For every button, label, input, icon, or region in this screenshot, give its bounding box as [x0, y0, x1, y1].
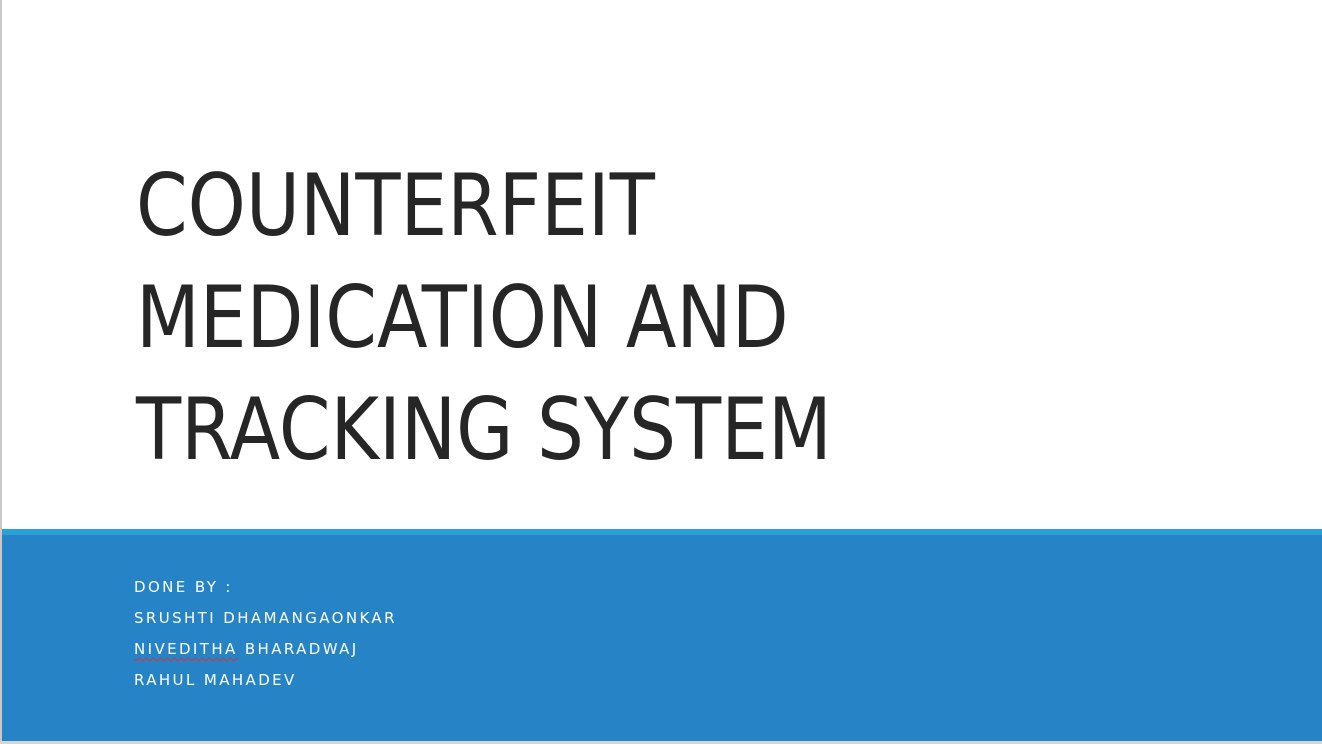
slide-subtitle[interactable]: DONE BY : SRUSHTI DHAMANGAONKAR NIVEDITH… [134, 576, 397, 700]
slide-title[interactable]: COUNTERFEIT MEDICATION AND TRACKING SYST… [136, 150, 1082, 486]
author-line-1: SRUSHTI DHAMANGAONKAR [134, 607, 397, 638]
author-3-last-name: MAHADEV [203, 671, 297, 689]
title-line-3: TRACKING SYSTEM [136, 380, 832, 480]
author-line-2: NIVEDITHA BHARADWAJ [134, 638, 397, 669]
slide-canvas: COUNTERFEIT MEDICATION AND TRACKING SYST… [0, 0, 1322, 744]
author-3-first-name: RAHUL [134, 671, 197, 689]
title-line-2: MEDICATION AND [136, 268, 789, 368]
author-2-last-name: BHARADWAJ [244, 640, 359, 658]
done-by-heading: DONE BY : [134, 578, 233, 596]
author-1-first-name: SRUSHTI [134, 609, 217, 627]
author-1-last-name: DHAMANGAONKAR [223, 609, 397, 627]
author-line-3: RAHUL MAHADEV [134, 669, 397, 700]
author-2-first-name: NIVEDITHA [134, 640, 238, 658]
title-line-1: COUNTERFEIT [136, 156, 655, 256]
